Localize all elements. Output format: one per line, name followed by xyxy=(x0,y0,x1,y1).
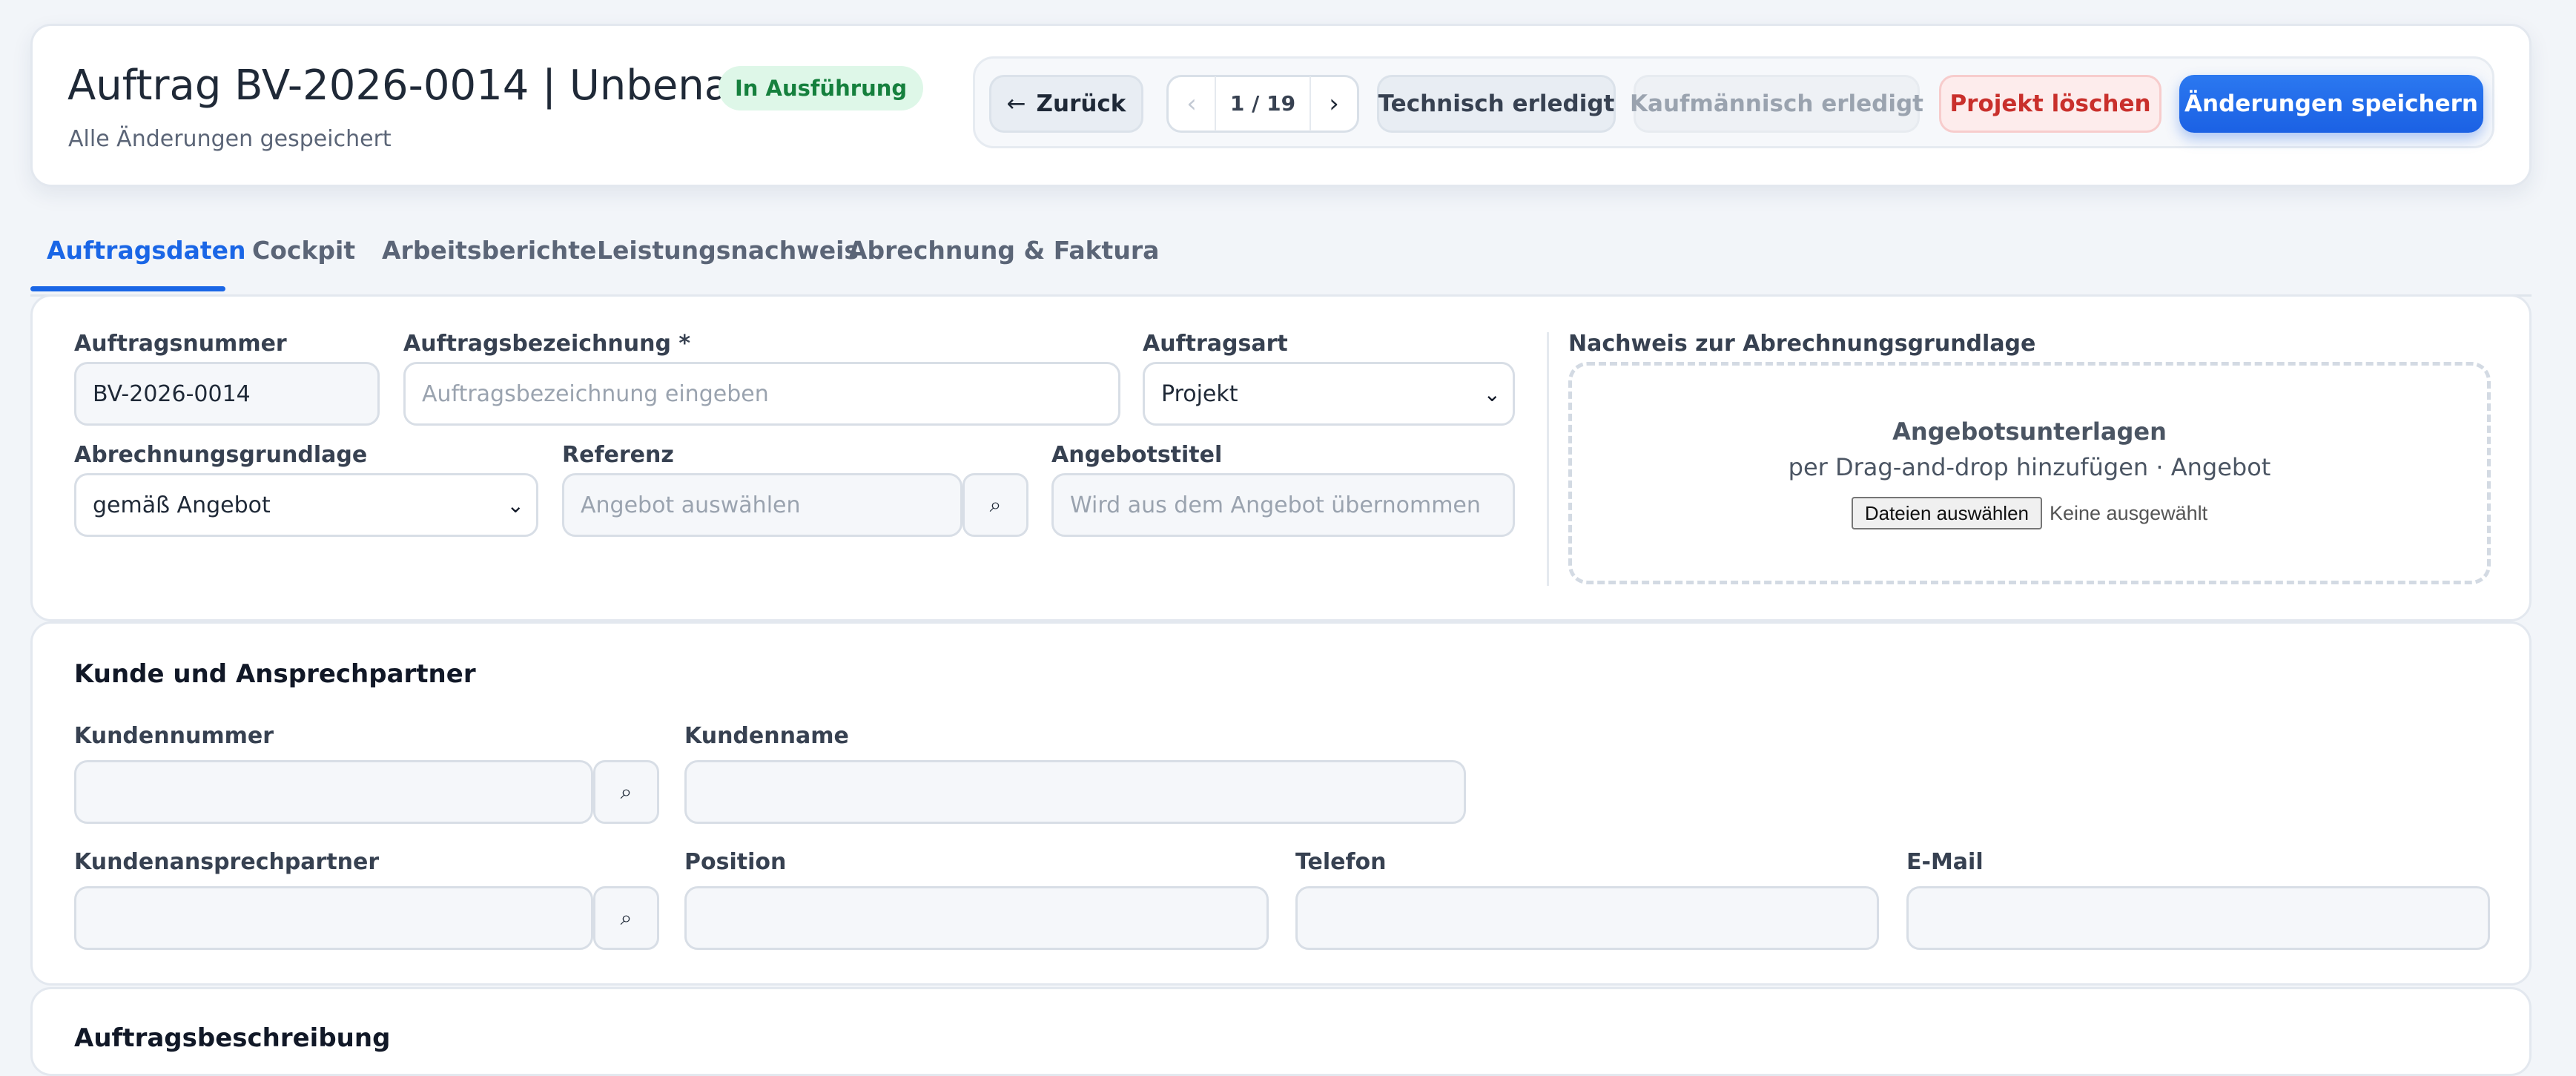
status-badge: In Ausführung xyxy=(719,66,924,110)
tab-bar: Auftragsdaten Cockpit Arbeitsberichte Le… xyxy=(30,222,2532,297)
reference-search-button[interactable]: ⌕ xyxy=(962,473,1028,537)
designation-label: Auftragsbezeichnung * xyxy=(403,331,691,357)
commercially-done-button[interactable]: Kaufmännisch erledigt xyxy=(1630,75,1923,133)
description-section-title: Auftragsbeschreibung xyxy=(74,1023,391,1053)
search-icon: ⌕ xyxy=(620,779,633,804)
save-changes-button[interactable]: Änderungen speichern xyxy=(2179,75,2483,133)
arrow-left-icon: ← xyxy=(1006,90,1026,117)
position-input[interactable] xyxy=(684,886,1269,950)
order-number-label: Auftragsnummer xyxy=(74,331,287,357)
back-button[interactable]: ← Zurück xyxy=(989,75,1143,133)
delete-project-button[interactable]: Projekt löschen xyxy=(1939,75,2161,133)
offer-title-label: Angebotstitel xyxy=(1051,442,1223,468)
contact-search-button[interactable]: ⌕ xyxy=(593,886,659,950)
chevron-down-icon: ⌄ xyxy=(506,493,524,518)
billing-basis-select[interactable]: gemäß Angebot ⌄ xyxy=(74,473,538,537)
search-icon: ⌕ xyxy=(989,492,1002,517)
file-dropzone[interactable]: Angebotsunterlagen per Drag-and-drop hin… xyxy=(1568,362,2491,584)
choose-files-button[interactable]: Dateien auswählen xyxy=(1851,497,2042,529)
customer-name-input[interactable] xyxy=(684,760,1466,824)
chevron-down-icon: ⌄ xyxy=(1483,382,1501,406)
dropzone-subtitle: per Drag-and-drop hinzufügen · Angebot xyxy=(1788,453,2271,481)
customer-card: Kunde und Ansprechpartner Kundennummer ⌕… xyxy=(30,621,2532,986)
contact-input[interactable] xyxy=(74,886,593,950)
tab-leistungsnachweis[interactable]: Leistungsnachweis xyxy=(597,236,859,265)
file-status-text: Keine ausgewählt xyxy=(2050,501,2208,524)
customer-search-button[interactable]: ⌕ xyxy=(593,760,659,824)
customer-number-label: Kundennummer xyxy=(74,723,274,749)
back-button-label: Zurück xyxy=(1036,90,1126,117)
technically-done-button[interactable]: Technisch erledigt xyxy=(1377,75,1616,133)
position-label: Position xyxy=(684,849,787,875)
reference-input[interactable]: Angebot auswählen xyxy=(562,473,962,537)
tab-auftragsdaten[interactable]: Auftragsdaten xyxy=(47,236,246,265)
evidence-label: Nachweis zur Abrechnungsgrundlage xyxy=(1568,331,2036,357)
search-icon: ⌕ xyxy=(620,905,633,930)
active-tab-indicator xyxy=(30,286,225,291)
previous-record-button[interactable]: ‹ xyxy=(1169,89,1215,119)
order-data-card: Auftragsnummer BV-2026-0014 Auftragsbeze… xyxy=(30,294,2532,621)
order-number-field[interactable]: BV-2026-0014 xyxy=(74,362,380,426)
description-card: Auftragsbeschreibung xyxy=(30,987,2532,1076)
page-indicator: 1 / 19 xyxy=(1215,76,1311,131)
phone-label: Telefon xyxy=(1295,849,1387,875)
billing-basis-value: gemäß Angebot xyxy=(93,492,271,518)
action-toolbar: ← Zurück ‹ 1 / 19 › Technisch erledigt K… xyxy=(973,56,2494,148)
save-status-text: Alle Änderungen gespeichert xyxy=(68,126,392,152)
customer-section-title: Kunde und Ansprechpartner xyxy=(74,659,476,689)
tab-abrechnung-faktura[interactable]: Abrechnung & Faktura xyxy=(848,236,1159,265)
page-title: Auftrag BV-2026-0014 | Unbenannt xyxy=(67,62,799,110)
email-label: E-Mail xyxy=(1906,849,1984,875)
phone-input[interactable] xyxy=(1295,886,1879,950)
next-record-button[interactable]: › xyxy=(1311,89,1357,119)
billing-basis-label: Abrechnungsgrundlage xyxy=(74,442,368,468)
dropzone-title: Angebotsunterlagen xyxy=(1892,417,2167,446)
reference-label: Referenz xyxy=(562,442,674,468)
section-divider xyxy=(1547,332,1549,586)
offer-title-input[interactable]: Wird aus dem Angebot übernommen xyxy=(1051,473,1515,537)
file-picker: Dateien auswählen Keine ausgewählt xyxy=(1572,497,2487,529)
email-input[interactable] xyxy=(1906,886,2490,950)
order-type-select[interactable]: Projekt ⌄ xyxy=(1143,362,1515,426)
tab-arbeitsberichte[interactable]: Arbeitsberichte xyxy=(382,236,596,265)
order-type-label: Auftragsart xyxy=(1143,331,1288,357)
contact-label: Kundenansprechpartner xyxy=(74,849,380,875)
designation-input[interactable]: Auftragsbezeichnung eingeben xyxy=(403,362,1120,426)
customer-name-label: Kundenname xyxy=(684,723,849,749)
tab-cockpit[interactable]: Cockpit xyxy=(252,236,355,265)
record-pager: ‹ 1 / 19 › xyxy=(1166,75,1359,133)
customer-number-input[interactable] xyxy=(74,760,593,824)
order-type-value: Projekt xyxy=(1161,380,1238,407)
order-header: Auftrag BV-2026-0014 | Unbenannt In Ausf… xyxy=(30,24,2532,187)
